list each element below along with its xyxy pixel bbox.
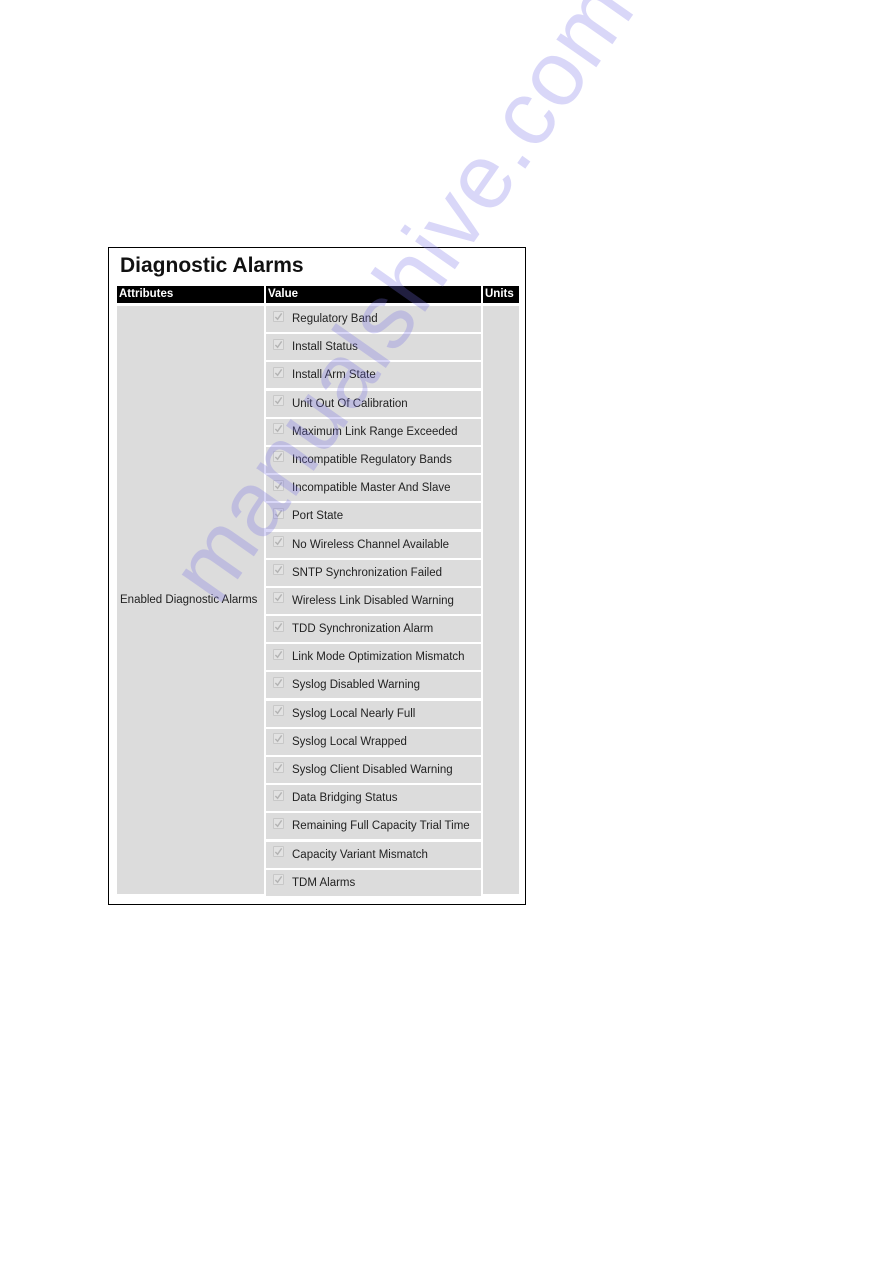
alarm-row: Port State [266,503,481,530]
checkmark-icon [274,735,283,743]
checkmark-icon [274,481,283,489]
units-cell [483,306,519,894]
alarm-checkbox[interactable] [273,733,284,745]
alarm-label: Install Status [292,341,358,354]
alarm-checkbox[interactable] [273,761,284,773]
alarm-checkbox[interactable] [273,705,284,717]
checkmark-icon [274,509,283,518]
alarm-checkbox[interactable] [273,564,284,576]
alarm-checkbox[interactable] [273,620,284,632]
column-header-attributes: Attributes [117,286,264,303]
alarm-checkbox[interactable] [273,507,284,519]
alarm-checkbox[interactable] [273,789,284,801]
alarm-row: Remaining Full Capacity Trial Time [266,813,481,840]
diagnostic-alarms-panel: Diagnostic Alarms Attributes Value Units… [108,247,526,905]
alarm-row: Install Status [266,334,481,361]
alarm-checkbox[interactable] [273,423,284,435]
alarm-label: Incompatible Master And Slave [292,482,451,495]
checkmark-icon [274,763,283,771]
alarm-row: Incompatible Regulatory Bands [266,446,481,473]
alarm-checkbox[interactable] [273,648,284,660]
alarm-row: Syslog Local Wrapped [266,728,481,755]
checkmark-icon [274,678,283,687]
checkmark-icon [274,876,283,884]
alarm-label: TDM Alarms [292,876,356,889]
alarm-row: Data Bridging Status [266,785,481,812]
alarm-checkbox[interactable] [273,676,284,688]
alarm-row: Syslog Local Nearly Full [266,700,481,727]
column-header-units: Units [483,286,519,303]
checkmark-icon [274,819,283,828]
alarm-label: Link Mode Optimization Mismatch [292,651,465,664]
alarm-row: Syslog Client Disabled Warning [266,757,481,783]
alarm-row: Regulatory Band [266,306,481,332]
alarm-label: Capacity Variant Mismatch [292,848,428,861]
attribute-label: Enabled Diagnostic Alarms [120,594,258,606]
alarm-list: Regulatory Band Install Status Install Arm… [266,306,481,898]
alarm-label: Syslog Local Nearly Full [292,707,416,720]
column-header-value: Value [266,286,481,303]
alarm-checkbox[interactable] [273,817,284,829]
alarm-label: Install Arm State [292,369,376,382]
attribute-cell: Enabled Diagnostic Alarms [117,306,264,894]
alarm-row: TDD Synchronization Alarm [266,616,481,643]
panel-title: Diagnostic Alarms [120,254,304,277]
checkmark-icon [274,566,283,574]
checkmark-icon [274,368,283,377]
alarm-row: Wireless Link Disabled Warning [266,587,481,614]
alarm-row: SNTP Synchronization Failed [266,559,481,586]
alarm-label: Syslog Local Wrapped [292,735,407,748]
checkmark-icon [274,650,283,659]
alarm-row: Syslog Disabled Warning [266,672,481,699]
checkmark-icon [274,848,283,856]
alarm-label: Remaining Full Capacity Trial Time [292,820,470,833]
alarm-label: Regulatory Band [292,313,378,325]
alarm-row: Install Arm State [266,362,481,389]
alarm-checkbox[interactable] [273,338,284,350]
checkmark-icon [274,594,283,602]
alarm-label: Incompatible Regulatory Bands [292,453,452,466]
alarm-label: Syslog Client Disabled Warning [292,764,453,776]
checkmark-icon [274,707,283,715]
alarm-row: Unit Out Of Calibration [266,390,481,417]
alarm-checkbox[interactable] [273,874,284,886]
alarm-label: Maximum Link Range Exceeded [292,425,458,438]
checkmark-icon [274,312,283,320]
alarm-row: Link Mode Optimization Mismatch [266,644,481,671]
alarm-label: No Wireless Channel Available [292,538,450,551]
checkmark-icon [274,791,283,800]
alarm-label: Unit Out Of Calibration [292,397,408,410]
alarm-checkbox[interactable] [273,846,284,858]
checkmark-icon [274,453,283,461]
alarm-label: Syslog Disabled Warning [292,679,421,692]
alarm-label: TDD Synchronization Alarm [292,623,434,636]
checkmark-icon [274,537,283,546]
alarm-label: Port State [292,510,344,523]
alarm-checkbox[interactable] [273,592,284,604]
alarm-checkbox[interactable] [273,451,284,463]
alarm-label: Wireless Link Disabled Warning [292,594,454,607]
alarm-checkbox[interactable] [273,366,284,378]
alarm-checkbox[interactable] [273,310,284,322]
alarm-row: TDM Alarms [266,869,481,896]
alarm-checkbox[interactable] [273,395,284,407]
alarm-checkbox[interactable] [273,479,284,491]
checkmark-icon [274,397,283,405]
checkmark-icon [274,340,283,349]
alarm-row: Maximum Link Range Exceeded [266,418,481,445]
alarm-label: Data Bridging Status [292,792,398,805]
alarm-label: SNTP Synchronization Failed [292,566,442,579]
alarm-row: No Wireless Channel Available [266,531,481,558]
alarm-row: Incompatible Master And Slave [266,475,481,502]
checkmark-icon [274,425,283,433]
alarm-row: Capacity Variant Mismatch [266,841,481,868]
alarm-checkbox[interactable] [273,536,284,547]
checkmark-icon [274,622,283,630]
